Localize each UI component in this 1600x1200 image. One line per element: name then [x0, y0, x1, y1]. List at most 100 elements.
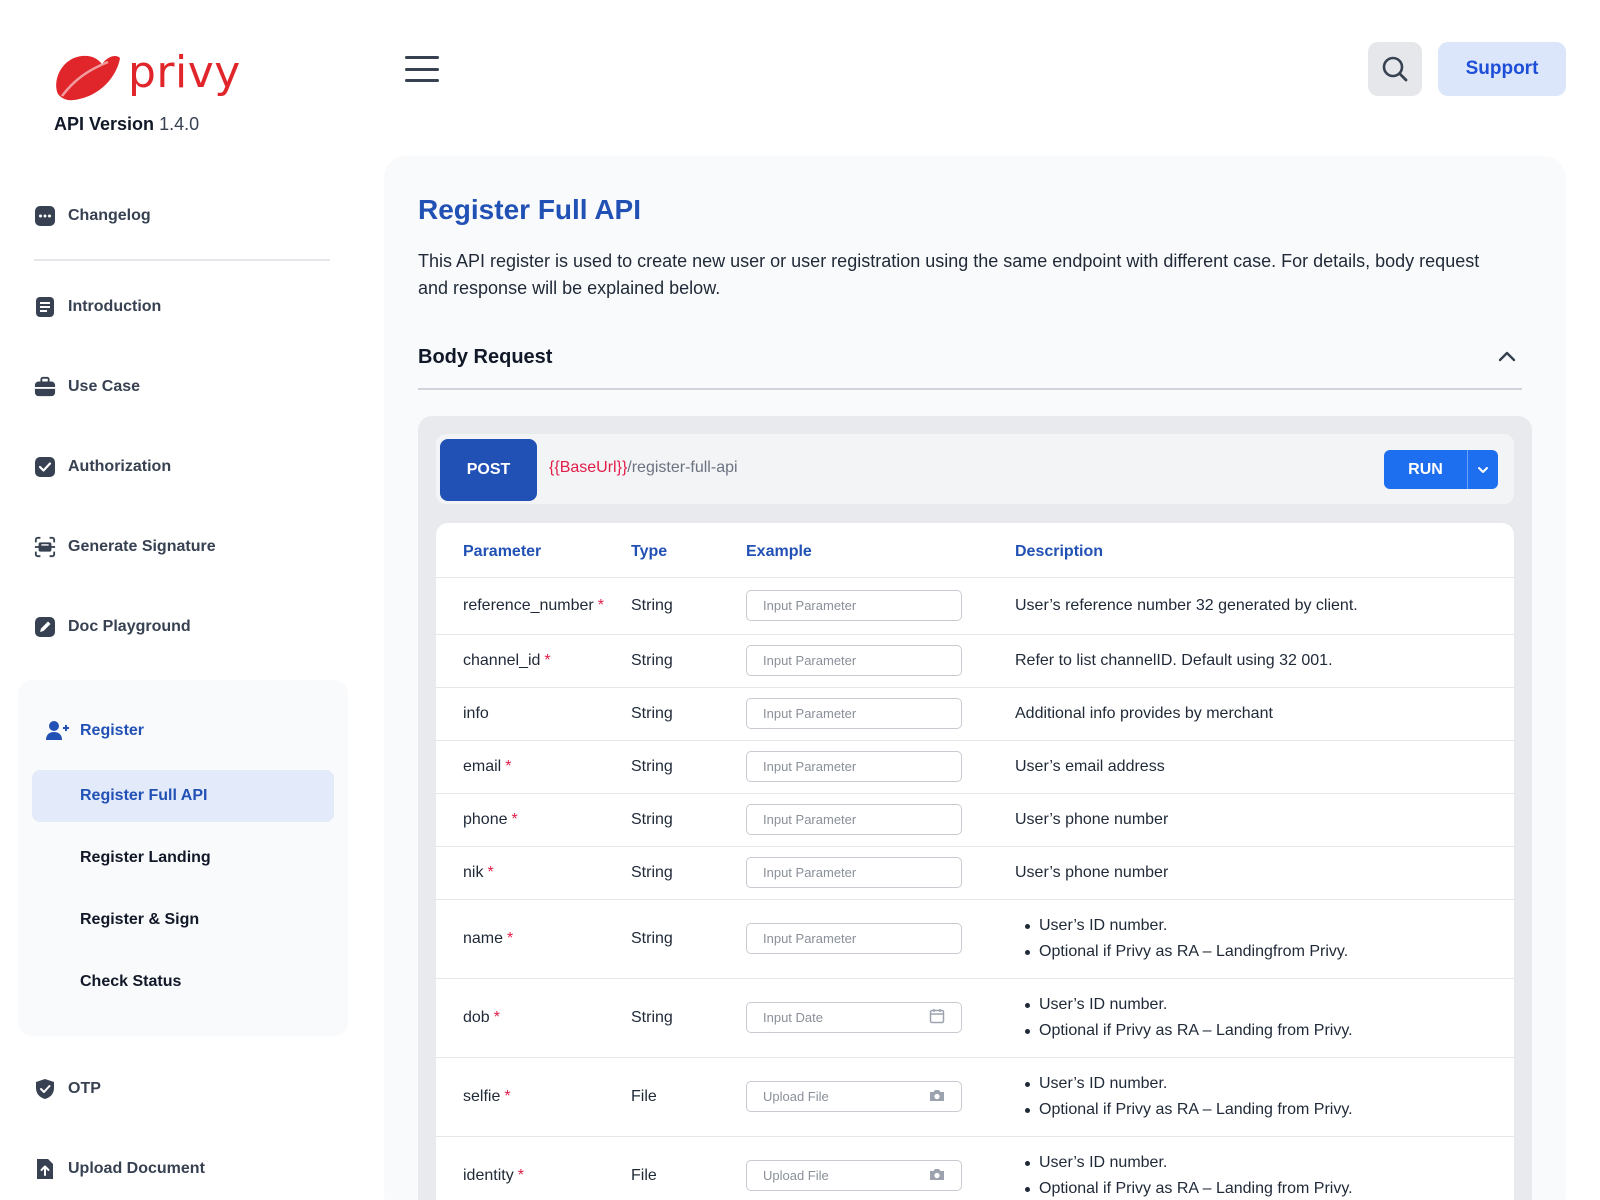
param-input[interactable]: Input Parameter [746, 804, 962, 835]
chevron-down-icon [1478, 466, 1488, 473]
parameter-table: Parameter Type Example Description refer… [436, 523, 1514, 1200]
input-placeholder: Upload File [763, 1089, 829, 1104]
table-row: email * String Input Parameter User’s email … [436, 740, 1514, 794]
http-method-badge: POST [440, 439, 537, 501]
param-input[interactable]: Input Parameter [746, 857, 962, 888]
param-type: String [631, 846, 746, 900]
description-bullet: Optional if Privy as RA – Landing from P… [1015, 1018, 1514, 1044]
param-input[interactable]: Input Parameter [746, 751, 962, 782]
required-marker: * [504, 1087, 511, 1105]
sidebar-divider [34, 259, 330, 261]
param-name: channel_id [463, 651, 541, 669]
param-name-cell: identity * [436, 1136, 631, 1200]
document-icon [34, 296, 56, 318]
input-placeholder: Input Parameter [763, 931, 857, 946]
param-name: nik [463, 863, 484, 881]
support-button[interactable]: Support [1438, 42, 1566, 96]
sidebar-item-use-case[interactable]: Use Case [34, 372, 140, 402]
url-path: /register-full-api [627, 459, 738, 476]
camera-icon[interactable] [929, 1088, 945, 1105]
sidebar-item-label: Changelog [68, 207, 151, 224]
param-input[interactable]: Input Parameter [746, 590, 962, 621]
run-dropdown-button[interactable] [1468, 450, 1498, 489]
param-name-cell: channel_id * [436, 634, 631, 688]
description-text: User’s reference number 32 generated by … [1015, 596, 1358, 614]
camera-icon[interactable] [929, 1167, 945, 1184]
sidebar-item-label: Generate Signature [68, 538, 216, 555]
sidebar-subitem-register-sign[interactable]: Register & Sign [32, 894, 334, 946]
example-cell: Input Parameter [746, 899, 1015, 979]
table-row: nik * String Input Parameter User’s phone nu… [436, 846, 1514, 900]
description-bullet: Optional if Privy as RA – Landing from P… [1015, 1097, 1514, 1123]
param-type: File [631, 1136, 746, 1200]
description-cell: Refer to list channelID. Default using 3… [1015, 634, 1514, 688]
param-name-cell: phone * [436, 793, 631, 847]
param-name-cell: reference_number * [436, 577, 631, 635]
endpoint-url: {{BaseUrl}}/register-full-api [549, 459, 738, 477]
sidebar-item-upload-document[interactable]: Upload Document [34, 1154, 205, 1184]
sidebar-item-generate-signature[interactable]: Generate Signature [34, 532, 216, 562]
example-cell: Input Parameter [746, 846, 1015, 900]
body-request-section-header[interactable]: Body Request [418, 346, 1522, 390]
add-user-icon [46, 721, 69, 740]
description-cell: User’s phone number [1015, 793, 1514, 847]
param-input[interactable]: Upload File [746, 1160, 962, 1191]
param-name: selfie [463, 1087, 501, 1105]
required-marker: * [493, 1008, 500, 1026]
param-type: File [631, 1057, 746, 1137]
table-row: selfie * File Upload File User’s ID number. O… [436, 1057, 1514, 1137]
search-icon [1382, 56, 1408, 82]
column-header-type: Type [631, 523, 746, 578]
param-name: dob [463, 1008, 490, 1026]
search-button[interactable] [1368, 42, 1422, 96]
brand-logo[interactable]: privy [52, 50, 241, 102]
example-cell: Input Parameter [746, 687, 1015, 741]
example-cell: Upload File [746, 1136, 1015, 1200]
param-name-cell: name * [436, 899, 631, 979]
sidebar-item-introduction[interactable]: Introduction [34, 292, 161, 322]
input-placeholder: Input Parameter [763, 598, 857, 613]
table-row: info String Input Parameter Additional info… [436, 687, 1514, 741]
shield-check-icon [34, 1078, 56, 1100]
chevron-up-icon[interactable] [1498, 350, 1516, 362]
description-list: User’s ID number. Optional if Privy as RA… [1015, 992, 1514, 1044]
description-text: Additional info provides by merchant [1015, 704, 1273, 722]
calendar-icon[interactable] [929, 1008, 945, 1027]
param-input[interactable]: Input Parameter [746, 645, 962, 676]
api-version-number: 1.4.0 [159, 114, 200, 134]
url-base: {{BaseUrl}} [549, 459, 628, 476]
table-row: reference_number * String Input Parameter Us… [436, 577, 1514, 635]
sidebar-item-otp[interactable]: OTP [34, 1074, 101, 1104]
upload-document-icon [34, 1158, 56, 1180]
menu-toggle-icon[interactable] [405, 56, 439, 82]
example-cell: Input Parameter [746, 740, 1015, 794]
param-input[interactable]: Input Parameter [746, 923, 962, 954]
signature-scan-icon [34, 536, 56, 558]
description-bullet: Optional if Privy as RA – Landing from P… [1015, 1176, 1514, 1200]
sidebar-subitem-register-full-api[interactable]: Register Full API [32, 770, 334, 822]
example-cell: Input Parameter [746, 634, 1015, 688]
sidebar-subitem-register-landing[interactable]: Register Landing [32, 832, 334, 884]
sidebar-item-label: Introduction [68, 298, 162, 315]
param-input[interactable]: Upload File [746, 1081, 962, 1112]
example-cell: Input Parameter [746, 793, 1015, 847]
sidebar-item-label: Upload Document [68, 1160, 205, 1177]
param-input[interactable]: Input Parameter [746, 698, 962, 729]
sidebar-item-authorization[interactable]: Authorization [34, 452, 171, 482]
sidebar-group-label: Register [80, 722, 145, 739]
example-cell: Upload File [746, 1057, 1015, 1137]
edit-icon [34, 616, 56, 638]
api-version: API Version 1.4.0 [54, 114, 199, 135]
input-placeholder: Input Parameter [763, 865, 857, 880]
sidebar-group-register-header[interactable]: Register [46, 720, 144, 742]
description-list: User’s ID number. Optional if Privy as RA… [1015, 913, 1514, 965]
checkbox-icon [34, 456, 56, 478]
required-marker: * [544, 651, 551, 669]
required-marker: * [505, 757, 512, 775]
sidebar-item-doc-playground[interactable]: Doc Playground [34, 612, 191, 642]
input-placeholder: Upload File [763, 1168, 829, 1183]
run-button[interactable]: RUN [1384, 450, 1468, 489]
sidebar-subitem-check-status[interactable]: Check Status [32, 956, 334, 1008]
param-input[interactable]: Input Date [746, 1002, 962, 1033]
sidebar-item-changelog[interactable]: Changelog [34, 201, 151, 231]
